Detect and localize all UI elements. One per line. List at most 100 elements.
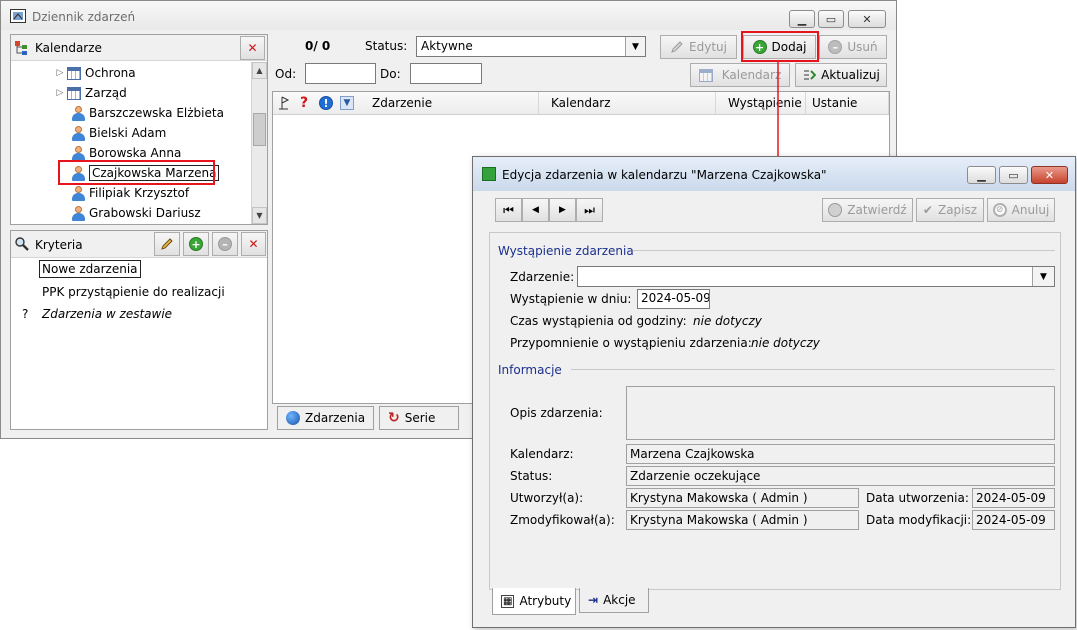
close-button[interactable]: ✕	[848, 10, 886, 28]
opis-label: Opis zdarzenia:	[510, 406, 603, 420]
confirm-icon	[828, 203, 843, 217]
dialog-maximize-button[interactable]: ▭	[999, 166, 1028, 184]
kryteria-item-label: PPK przystąpienie do realizacji	[42, 285, 225, 299]
tree-item-label: Borowska Anna	[89, 146, 182, 160]
data-utworzenia-field: 2024-05-09	[972, 488, 1055, 508]
expand-icon[interactable]: ▷	[53, 88, 67, 98]
status-label: Status:	[510, 469, 553, 483]
kryteria-add-button[interactable]: +	[183, 232, 209, 256]
app-icon	[10, 9, 26, 23]
tree-item-label: Bielski Adam	[89, 126, 167, 140]
series-icon: ↻	[388, 410, 400, 426]
kryteria-item-ppk[interactable]: PPK przystąpienie do realizacji	[42, 285, 225, 299]
prev-record-button[interactable]: ◀	[522, 198, 549, 222]
opis-field[interactable]	[626, 386, 1055, 440]
tree-item-barszczewska[interactable]: Barszczewska Elżbieta	[71, 103, 224, 123]
tree-scrollbar[interactable]: ▲ ▼	[251, 62, 267, 224]
info-icon: !	[319, 96, 333, 110]
tab-zdarzenia-label: Zdarzenia	[305, 411, 366, 425]
arrow-down-icon: ▼	[340, 96, 354, 110]
kryteria-item-zestaw[interactable]: ? Zdarzenia w zestawie	[22, 307, 172, 321]
question-icon: ?	[300, 95, 309, 111]
przypomnienie-value: nie dotyczy	[751, 336, 820, 350]
scroll-up-icon[interactable]: ▲	[252, 62, 267, 79]
aktualizuj-button[interactable]: Aktualizuj	[795, 63, 887, 87]
calendar-icon	[67, 66, 81, 80]
dialog-close-button[interactable]: ✕	[1031, 166, 1068, 184]
wystapienie-date-input[interactable]: 2024-05-09	[637, 289, 710, 309]
first-record-button[interactable]: ⏮	[495, 198, 522, 222]
tab-akcje[interactable]: ⇥ Akcje	[579, 588, 649, 613]
kryteria-edit-button[interactable]	[154, 232, 180, 256]
zmodyfikowal-field: Krystyna Makowska ( Admin )	[626, 510, 859, 530]
kryteria-close-button[interactable]: ✕	[241, 232, 266, 256]
kalendarz-label: Kalendarz:	[510, 447, 574, 461]
tab-zdarzenia[interactable]: Zdarzenia	[277, 406, 374, 430]
kalendarze-close-button[interactable]: ✕	[240, 36, 265, 60]
tree-item-ochrona[interactable]: ▷ Ochrona	[53, 63, 136, 83]
events-table-header: ? ! ▼ Zdarzenie Kalendarz Wystąpienie Us…	[273, 92, 889, 115]
column-wystapienie[interactable]: Wystąpienie	[716, 92, 806, 114]
od-label: Od:	[275, 67, 297, 81]
column-zdarzenie[interactable]: Zdarzenie	[366, 92, 539, 114]
scroll-thumb[interactable]	[253, 113, 266, 146]
anuluj-button[interactable]: ⊘ Anuluj	[987, 198, 1055, 222]
magnifier-icon	[15, 237, 29, 254]
scroll-down-icon[interactable]: ▼	[252, 207, 267, 224]
actions-icon: ⇥	[588, 593, 599, 607]
kalendarze-title: Kalendarze	[35, 41, 102, 55]
dialog-title: Edycja zdarzenia w kalendarzu "Marzena C…	[502, 168, 827, 182]
usun-label: Usuń	[847, 40, 878, 54]
chevron-down-icon[interactable]: ▼	[625, 37, 645, 56]
tree-item-filipiak[interactable]: Filipiak Krzysztof	[71, 183, 189, 203]
maximize-button[interactable]: ▭	[818, 10, 844, 28]
selected-calendar-highlight	[58, 160, 215, 185]
calendar-icon	[67, 86, 81, 100]
person-icon	[71, 125, 85, 141]
edytuj-label: Edytuj	[689, 40, 727, 54]
usun-button[interactable]: – Usuń	[819, 35, 887, 59]
next-record-button[interactable]: ▶	[549, 198, 576, 222]
globe-icon	[286, 411, 300, 425]
data-modyfikacji-label: Data modyfikacji:	[866, 513, 972, 527]
expand-icon[interactable]: ▷	[53, 68, 67, 78]
zdarzenie-label: Zdarzenie:	[510, 270, 575, 284]
column-kalendarz[interactable]: Kalendarz	[539, 92, 716, 114]
kryteria-item-label: Nowe zdarzenia	[42, 262, 138, 276]
edytuj-button[interactable]: Edytuj	[660, 35, 737, 59]
column-ustanie[interactable]: Ustanie	[806, 92, 889, 114]
zapisz-button[interactable]: ✔ Zapisz	[916, 198, 984, 222]
tab-serie[interactable]: ↻ Serie	[379, 406, 459, 430]
dialog-minimize-button[interactable]: ▁	[967, 166, 996, 184]
zatwierdz-button[interactable]: Zatwierdź	[822, 198, 913, 222]
do-input[interactable]	[410, 63, 482, 84]
pin-icon	[278, 96, 292, 113]
last-record-button[interactable]: ⏭	[576, 198, 603, 222]
status-select[interactable]: Aktywne ▼	[416, 36, 646, 57]
tab-atrybuty[interactable]: ▦ Atrybuty	[492, 588, 576, 615]
person-icon	[71, 145, 85, 161]
kryteria-item-nowe[interactable]: Nowe zdarzenia	[39, 260, 141, 278]
kalendarze-panel: Kalendarze ✕ ▷ Ochrona ▷ Zarząd Barszcze…	[10, 34, 268, 225]
cancel-icon: ⊘	[992, 203, 1007, 217]
tab-akcje-label: Akcje	[603, 593, 636, 607]
dialog-titlebar: Edycja zdarzenia w kalendarzu "Marzena C…	[473, 157, 1075, 191]
kryteria-header: Kryteria + – ✕	[11, 231, 267, 258]
edit-event-dialog: Edycja zdarzenia w kalendarzu "Marzena C…	[472, 156, 1076, 628]
chevron-down-icon[interactable]: ▼	[1032, 267, 1054, 286]
tree-item-label: Barszczewska Elżbieta	[89, 106, 224, 120]
tree-item-grabowski[interactable]: Grabowski Dariusz	[71, 203, 201, 223]
anuluj-label: Anuluj	[1011, 203, 1050, 217]
tree-icon	[15, 41, 29, 55]
kryteria-remove-button[interactable]: –	[212, 232, 238, 256]
section-informacje-title: Informacje	[498, 363, 562, 377]
tree-item-zarzad[interactable]: ▷ Zarząd	[53, 83, 127, 103]
remove-icon: –	[828, 40, 843, 54]
dialog-app-icon	[482, 167, 496, 181]
tree-item-label: Filipiak Krzysztof	[89, 186, 190, 200]
status-field: Zdarzenie oczekujące	[626, 466, 1055, 486]
tree-item-bielski[interactable]: Bielski Adam	[71, 123, 166, 143]
od-input[interactable]	[305, 63, 376, 84]
minimize-button[interactable]: ▁	[789, 10, 815, 28]
zdarzenie-select[interactable]: ▼	[577, 266, 1055, 287]
